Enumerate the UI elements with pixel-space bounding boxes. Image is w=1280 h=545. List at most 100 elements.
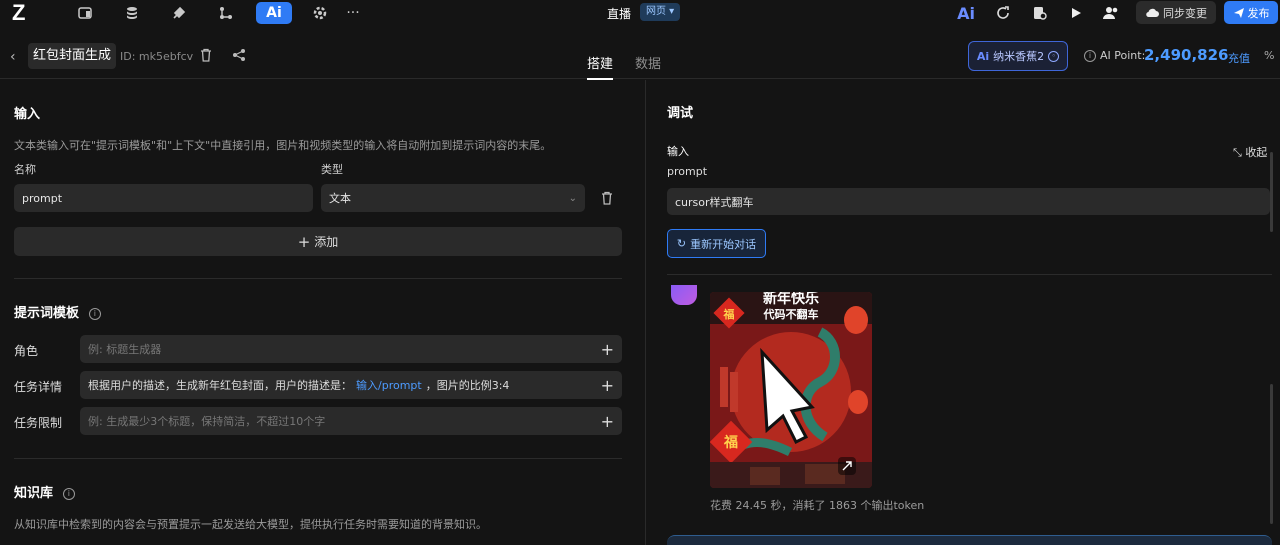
collapse-icon: ⤡: [1233, 146, 1242, 159]
ai-assistant-icon[interactable]: Ai: [953, 2, 979, 24]
workflow-icon[interactable]: [213, 2, 239, 24]
pages-icon[interactable]: [72, 2, 98, 24]
publish-label: 发布: [1247, 6, 1270, 20]
chat-scrollbar[interactable]: [1270, 384, 1273, 524]
tab-build[interactable]: 搭建: [587, 53, 614, 80]
info-icon[interactable]: i: [88, 307, 101, 320]
input-name-field[interactable]: prompt: [14, 184, 313, 212]
page-title: 直播: [607, 7, 632, 21]
model-label: 纳米香蕉2: [993, 50, 1045, 63]
refresh-icon: ↻: [676, 237, 687, 250]
input-type-select[interactable]: 文本 ⌄: [321, 184, 585, 212]
ai-point-text: AI Point:: [1100, 49, 1146, 62]
input-section-title: 输入: [14, 107, 41, 122]
app-id: ID: mk5ebfcv: [120, 50, 194, 63]
knowledge-description: 从知识库中检索到的内容会与预置提示一起发送给大模型，提供执行任务时需要知道的背景…: [14, 518, 487, 531]
divider: [667, 274, 1272, 275]
debug-input-label: 输入: [667, 145, 689, 158]
prompt-template-title: 提示词模板: [14, 306, 80, 321]
divider: [14, 278, 622, 279]
share-icon[interactable]: [232, 48, 246, 65]
task-label: 任务详情: [14, 380, 63, 394]
model-selector[interactable]: Ai 纳米香蕉2 ◦: [968, 41, 1068, 71]
add-label: 添加: [314, 235, 339, 249]
limit-placeholder: 例: 生成最少3个标题，保持简洁，不超过10个字: [88, 415, 326, 428]
ai-app-tab[interactable]: Ai: [256, 2, 292, 24]
restart-label: 重新开始对话: [690, 237, 757, 251]
panel-divider[interactable]: [645, 80, 646, 545]
plugin-icon[interactable]: [166, 2, 192, 24]
poster-char-top: 福: [723, 307, 735, 321]
input-name-value: prompt: [22, 191, 63, 205]
name-column-label: 名称: [14, 163, 36, 176]
settings-icon[interactable]: [307, 2, 333, 24]
divider: [14, 458, 622, 459]
prompt-template-header: 提示词模板 i: [14, 302, 101, 321]
task-text-suffix: ，图片的比例3:4: [425, 379, 510, 392]
poster-artwork: 新年快乐 代码不翻车 福 福: [710, 292, 872, 488]
role-label: 角色: [14, 344, 39, 358]
plus-icon[interactable]: +: [601, 412, 614, 431]
add-input-button[interactable]: + 添加: [14, 227, 622, 256]
poster-char-bottom: 福: [723, 434, 738, 451]
refresh-icon[interactable]: [990, 2, 1016, 24]
generated-image[interactable]: 新年快乐 代码不翻车 福 福: [710, 292, 872, 488]
model-settings-icon: ◦: [1048, 50, 1060, 62]
task-field[interactable]: 根据用户的描述，生成新年红包封面，用户的描述是： 输入/prompt ，图片的比…: [80, 371, 622, 399]
sync-changes-button[interactable]: 同步变更: [1136, 1, 1216, 24]
cloud-icon: [1146, 8, 1159, 17]
database-icon[interactable]: [119, 2, 145, 24]
debug-field-name: prompt: [667, 165, 708, 178]
send-icon: [1233, 7, 1244, 18]
app-header: ‹ 红包封面生成 ID: mk5ebfcv 搭建 数据 Ai 纳米香蕉2 ◦ i…: [0, 36, 1280, 80]
type-column-label: 类型: [321, 163, 343, 176]
input-section-description: 文本类输入可在"提示词模板"和"上下文"中直接引用，图片和视频类型的输入将自动附…: [14, 139, 552, 152]
poster-title: 新年快乐: [763, 292, 819, 307]
top-bar: Z Ai ··· 直播 网页 ▾ Ai 同步变更 发布: [0, 0, 1280, 26]
restart-conversation-button[interactable]: ↻ 重新开始对话: [667, 229, 766, 258]
debug-scrollbar[interactable]: [1270, 152, 1273, 232]
input-type-value: 文本: [329, 192, 351, 205]
knowledge-header: 知识库 i: [14, 482, 75, 501]
bot-avatar: [671, 285, 697, 305]
knowledge-title: 知识库: [14, 486, 54, 501]
tab-data[interactable]: 数据: [635, 53, 661, 72]
document-settings-icon[interactable]: [1026, 2, 1052, 24]
ai-model-icon: Ai: [976, 49, 990, 63]
limit-field[interactable]: 例: 生成最少3个标题，保持简洁，不超过10个字 +: [80, 407, 622, 435]
debug-title: 调试: [667, 106, 694, 121]
debug-prompt-input[interactable]: cursor样式翻车: [667, 188, 1270, 215]
ai-point-label: i AI Point:: [1084, 49, 1145, 62]
plus-icon[interactable]: +: [601, 340, 614, 359]
debug-prompt-value: cursor样式翻车: [675, 195, 754, 209]
logo-icon[interactable]: Z: [12, 2, 36, 24]
plus-icon: +: [297, 232, 311, 251]
task-variable-ref[interactable]: 输入/prompt: [356, 377, 422, 393]
recharge-link[interactable]: 充值: [1228, 50, 1250, 66]
delete-input-icon[interactable]: [601, 191, 613, 208]
role-placeholder: 例: 标题生成器: [88, 343, 162, 356]
collapse-label: 收起: [1245, 146, 1268, 159]
sync-label: 同步变更: [1163, 6, 1207, 20]
ai-point-value: 2,490,826: [1144, 46, 1229, 64]
chat-input-bar[interactable]: [667, 535, 1272, 545]
generation-stats: 花费 24.45 秒，消耗了 1863 个输出token: [710, 499, 925, 512]
info-icon: i: [1084, 49, 1096, 62]
limit-label: 任务限制: [14, 416, 63, 430]
chevron-down-icon: ⌄: [568, 192, 577, 204]
more-icon[interactable]: ···: [340, 2, 366, 24]
collapse-button[interactable]: ⤡ 收起: [1233, 144, 1267, 160]
users-icon[interactable]: [1098, 2, 1124, 24]
play-icon[interactable]: [1063, 2, 1089, 24]
delete-icon[interactable]: [200, 48, 212, 65]
role-field[interactable]: 例: 标题生成器 +: [80, 335, 622, 363]
plus-icon[interactable]: +: [601, 376, 614, 395]
publish-button[interactable]: 发布: [1224, 1, 1278, 24]
app-name[interactable]: 红包封面生成: [28, 43, 117, 69]
task-text: 根据用户的描述，生成新年红包封面，用户的描述是：: [88, 379, 352, 392]
page-type-dropdown[interactable]: 网页 ▾: [640, 3, 681, 21]
ratio-icon[interactable]: %: [1264, 49, 1274, 62]
info-icon[interactable]: i: [62, 487, 75, 500]
poster-subtitle: 代码不翻车: [763, 307, 819, 321]
back-icon[interactable]: ‹: [10, 49, 16, 65]
